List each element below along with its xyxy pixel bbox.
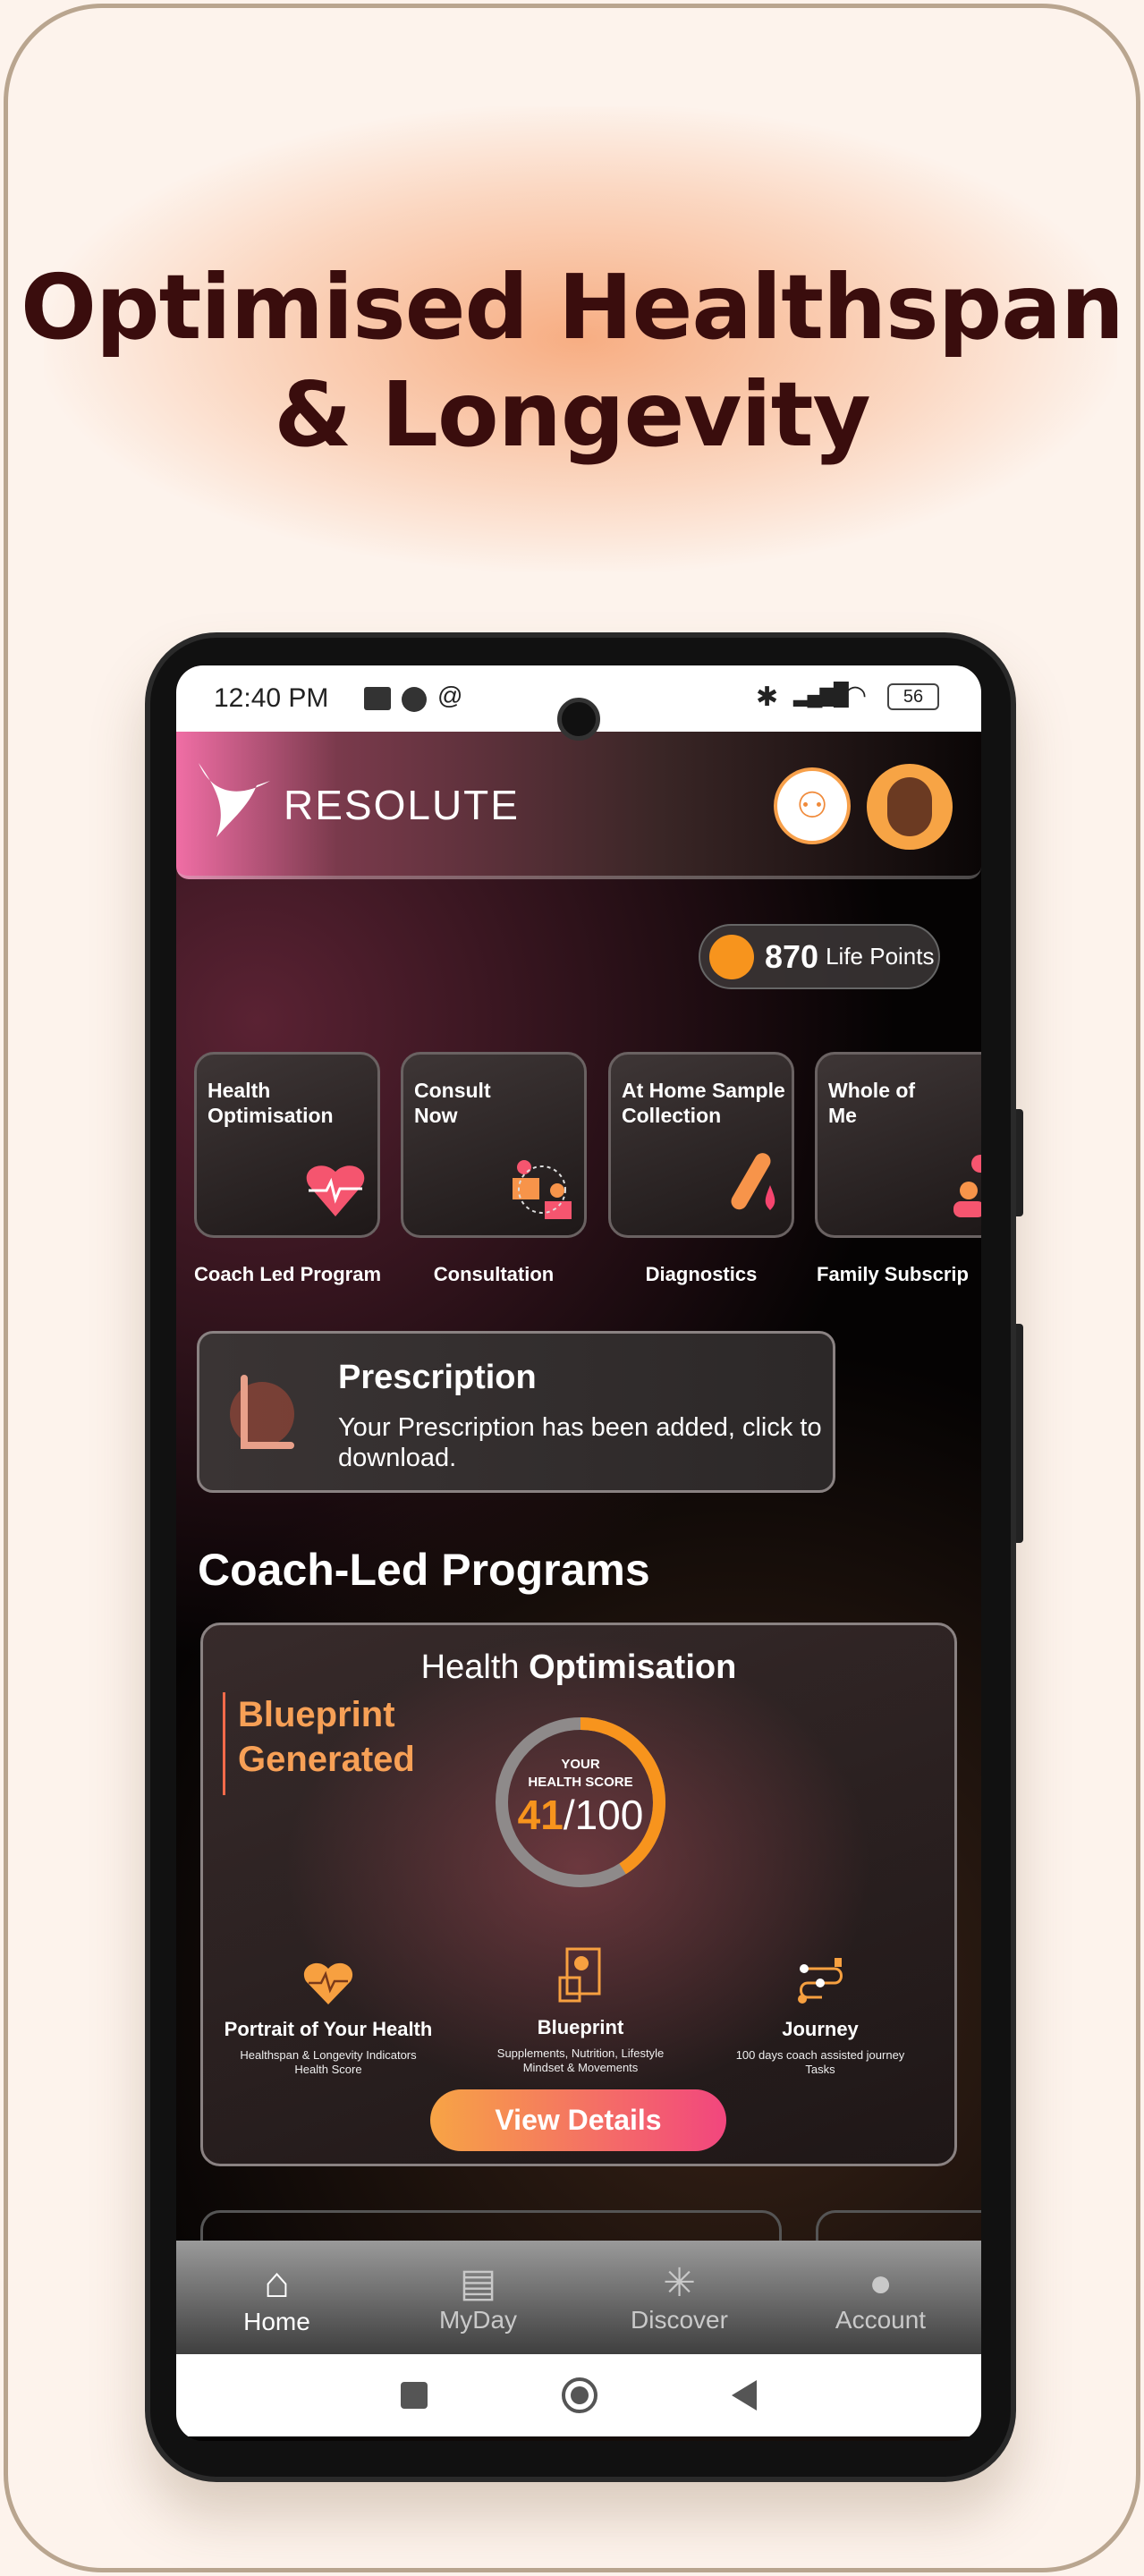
- score-value: 41/100: [518, 1792, 644, 1838]
- label-diagnostics: Diagnostics: [645, 1263, 758, 1285]
- tile-title: At Home Sample Collection: [622, 1079, 785, 1127]
- power-button: [1016, 1324, 1023, 1543]
- feature-title: Blueprint: [537, 2016, 624, 2038]
- feature-portrait: Portrait of Your Health Healthspan & Lon…: [212, 1956, 445, 2077]
- section-title: Coach-Led Programs: [198, 1545, 650, 1595]
- volume-button: [1016, 1109, 1023, 1216]
- signal-icon: ▂▄▆█: [793, 682, 849, 707]
- prescription-card[interactable]: Prescription Your Prescription has been …: [197, 1331, 835, 1493]
- program-title: Health Optimisation: [203, 1648, 954, 1687]
- recents-button[interactable]: [401, 2382, 428, 2409]
- battery-icon: 56: [887, 683, 939, 710]
- heart-pulse-icon: [306, 1165, 365, 1216]
- notification-dot-icon: [402, 687, 427, 712]
- feature-sub2: Mindset & Movements: [522, 2061, 639, 2074]
- feature-sub1: Healthspan & Longevity Indicators: [240, 2048, 417, 2062]
- wifi-icon: ◠: [843, 681, 868, 710]
- home-dot-icon: [571, 2386, 589, 2404]
- feature-sub2: Health Score: [294, 2063, 362, 2076]
- prescription-title: Prescription: [338, 1359, 537, 1396]
- tile-health-optimisation[interactable]: Health Optimisation: [194, 1052, 380, 1238]
- tile-at-home-sample[interactable]: At Home Sample Collection: [608, 1052, 794, 1238]
- score-label2: HEALTH SCORE: [528, 1775, 632, 1790]
- consultation-icon: [513, 1160, 572, 1219]
- tile-whole-of-me[interactable]: Whole of Me: [815, 1052, 981, 1238]
- tile-title: Whole of Me: [828, 1079, 916, 1127]
- nav-home[interactable]: ⌂ Home: [176, 2241, 377, 2354]
- report-document-icon: [558, 1947, 601, 2003]
- heart-cycle-icon: [303, 1962, 353, 2004]
- bottom-nav: ⌂ Home ▤ MyDay ✳ Discover ● Account: [176, 2241, 981, 2354]
- status-time: 12:40 PM: [214, 683, 329, 713]
- home-icon: ⌂: [264, 2259, 290, 2307]
- family-icon: [953, 1155, 981, 1217]
- brand-name: RESOLUTE: [284, 782, 520, 828]
- journey-path-icon: [798, 1958, 843, 2004]
- score-label1: YOUR: [561, 1757, 600, 1772]
- label-consultation: Consultation: [433, 1263, 555, 1285]
- status-line1: Blueprint: [238, 1695, 395, 1734]
- add-member-button[interactable]: ⚇: [774, 767, 851, 844]
- nav-discover[interactable]: ✳ Discover: [579, 2241, 780, 2354]
- app-notification-icon: @: [437, 682, 463, 709]
- life-points-value: 870: [765, 937, 819, 975]
- paytm-icon: [364, 687, 391, 710]
- discover-icon: ✳: [663, 2261, 696, 2305]
- program-card-health-optimisation[interactable]: Health Optimisation Blueprint Generated …: [200, 1623, 957, 2166]
- life-points-label: Life Points: [826, 943, 935, 970]
- feature-title: Portrait of Your Health: [224, 2018, 433, 2040]
- feature-journey: Journey 100 days coach assisted journey …: [704, 1956, 936, 2077]
- tile-consult-now[interactable]: Consult Now: [401, 1052, 587, 1238]
- nav-label: MyDay: [438, 2306, 518, 2334]
- nav-label: Discover: [631, 2306, 728, 2334]
- prescription-icon: [230, 1375, 294, 1449]
- system-nav-bar: [176, 2354, 981, 2436]
- prescription-text: Your Prescription has been added, click …: [338, 1413, 822, 1472]
- headline-line1: Optimised Healthspan: [21, 255, 1124, 360]
- app-header: RESOLUTE ⚇: [176, 732, 981, 879]
- app-screen: 12:40 PM @ ✱ ▂▄▆█ ◠ 56 RESOLUTE ⚇ 870 Li…: [176, 665, 981, 2441]
- feature-blueprint: Blueprint Supplements, Nutrition, Lifest…: [464, 1947, 697, 2075]
- account-icon: ●: [869, 2260, 893, 2305]
- feature-title: Journey: [782, 2018, 859, 2040]
- view-details-button[interactable]: View Details: [430, 2089, 726, 2151]
- label-coach-led-program: Coach Led Program: [194, 1263, 382, 1285]
- feature-sub1: Supplements, Nutrition, Lifestyle: [496, 2046, 665, 2060]
- program-title-light: Health: [420, 1648, 530, 1686]
- tile-title: Health Optimisation: [208, 1079, 334, 1127]
- resolute-bird-logo: [199, 763, 270, 837]
- memoji-avatar-icon: [887, 777, 932, 836]
- feature-sub1: 100 days coach assisted journey: [735, 2048, 905, 2062]
- status-line2: Generated: [238, 1740, 415, 1779]
- nav-label: Account: [835, 2305, 927, 2334]
- myday-icon: ▤: [459, 2261, 497, 2305]
- headline-line2: & Longevity: [274, 362, 871, 467]
- score: 41: [518, 1792, 564, 1838]
- bluetooth-icon: ✱: [756, 682, 779, 712]
- tile-title: Consult Now: [414, 1079, 491, 1127]
- label-family-subscription: Family Subscrip: [817, 1263, 969, 1285]
- feature-sub2: Tasks: [805, 2063, 835, 2076]
- nav-account[interactable]: ● Account: [780, 2241, 981, 2354]
- test-tube-icon: [731, 1153, 775, 1210]
- blueprint-status: Blueprint Generated: [223, 1692, 415, 1795]
- nav-myday[interactable]: ▤ MyDay: [377, 2241, 579, 2354]
- health-score-gauge: YOUR HEALTH SCORE 41/100: [496, 1717, 665, 1887]
- nav-label: Home: [243, 2308, 310, 2335]
- life-points-badge[interactable]: 870 Life Points: [699, 924, 940, 989]
- front-camera: [557, 698, 600, 741]
- back-button[interactable]: [732, 2380, 757, 2411]
- avatar[interactable]: [867, 764, 953, 850]
- score-max: /100: [564, 1792, 644, 1838]
- program-title-bold: Optimisation: [529, 1648, 737, 1686]
- user-plus-icon: ⚇: [796, 786, 828, 826]
- home-system-button[interactable]: [562, 2377, 597, 2413]
- life-points-coin-icon: [709, 934, 754, 979]
